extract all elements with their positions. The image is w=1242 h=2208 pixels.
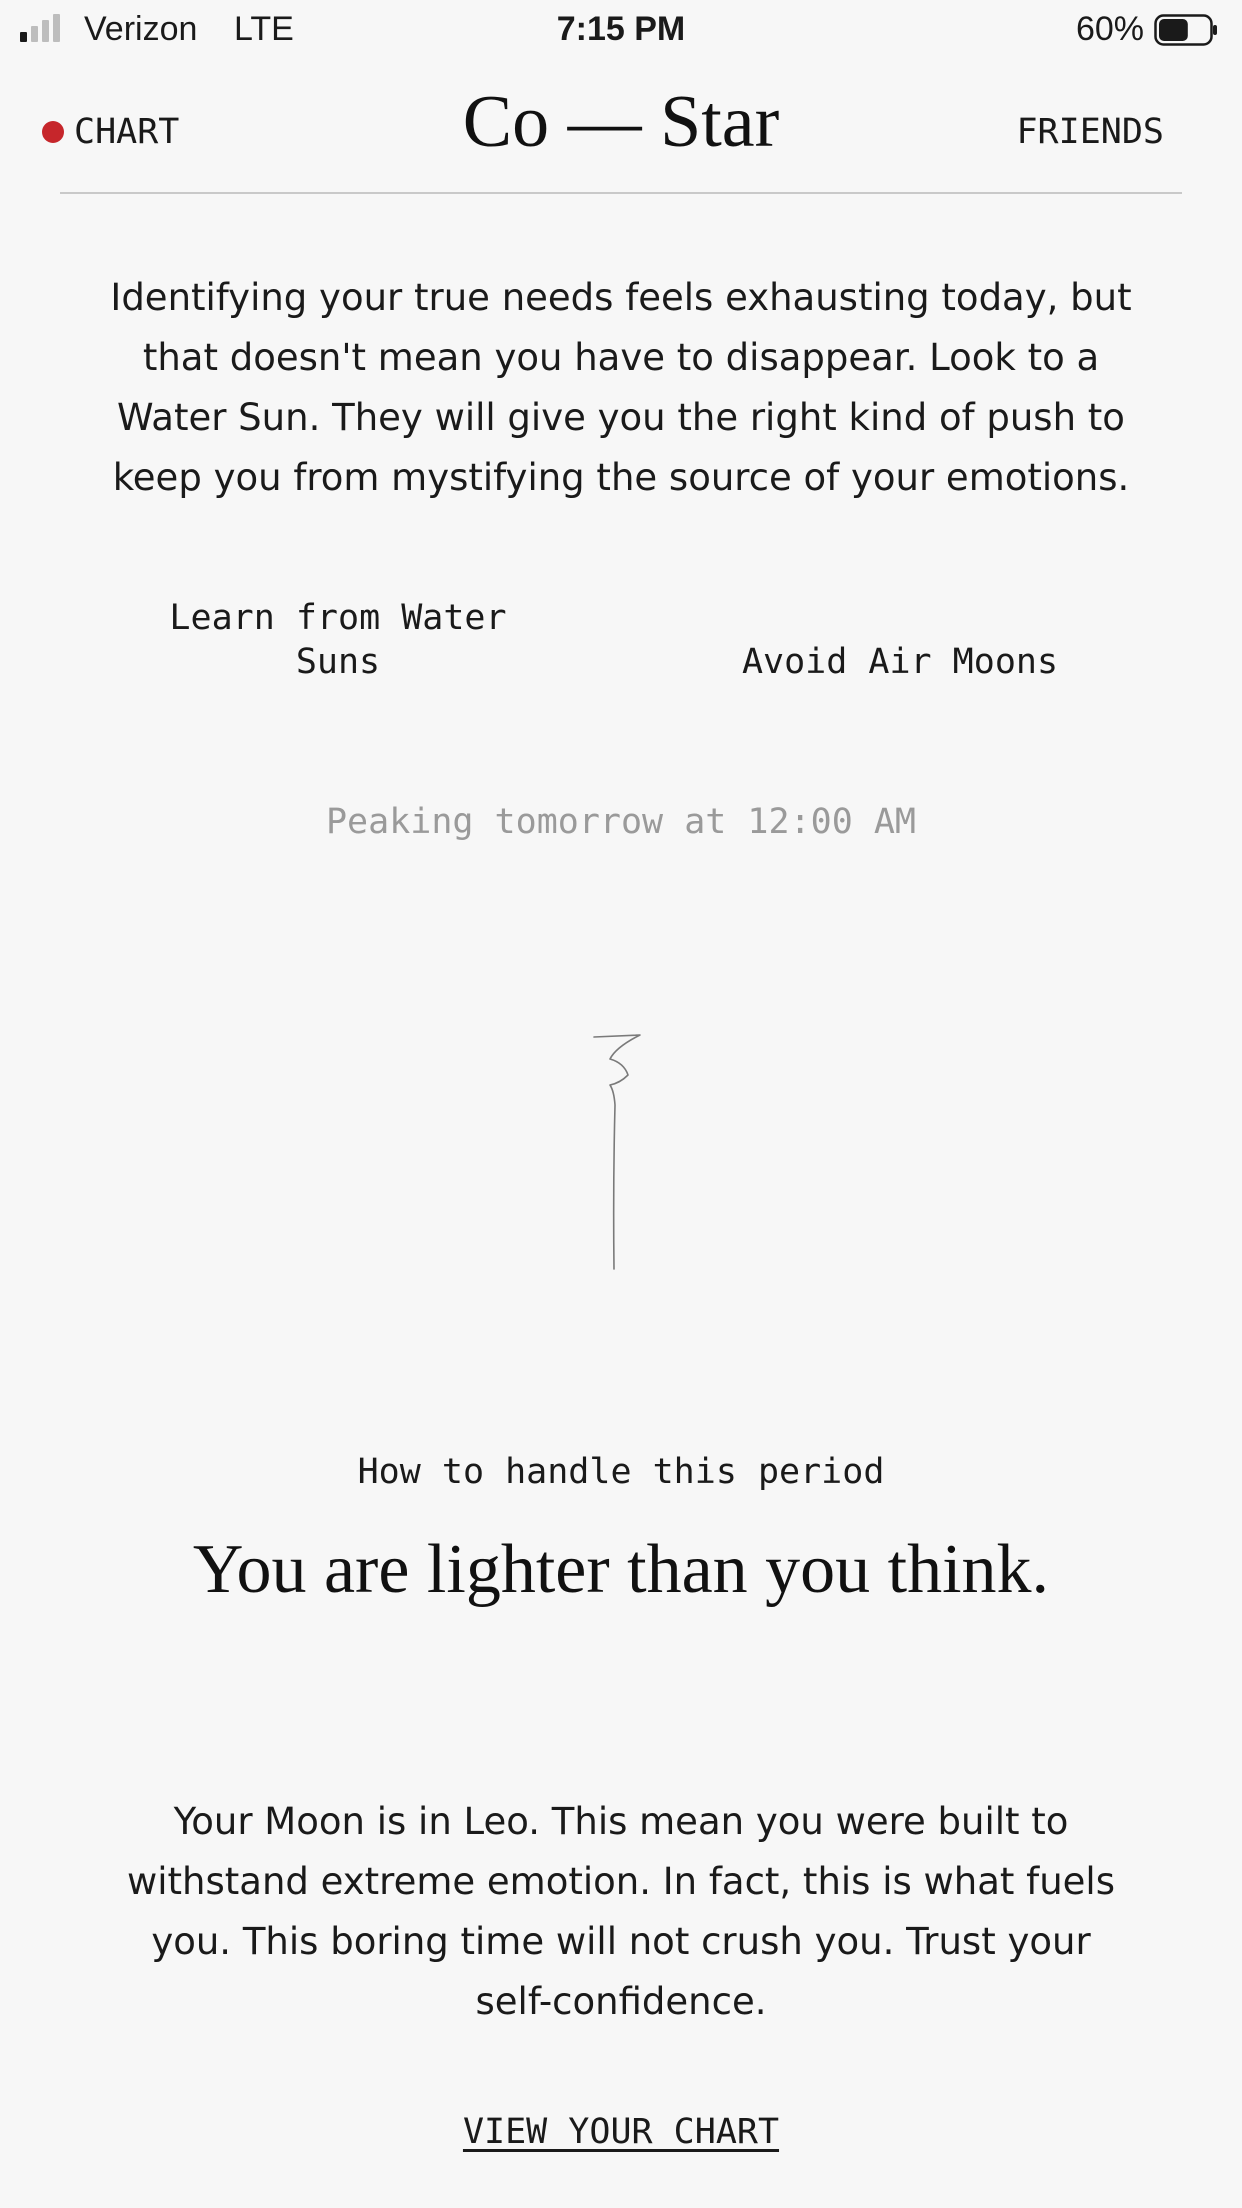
app-header: CHART Co — Star FRIENDS <box>0 62 1242 194</box>
line-drawing-illustration <box>593 1034 641 1270</box>
period-section-label: How to handle this period <box>357 1452 885 1492</box>
friends-nav-button[interactable]: FRIENDS <box>1016 112 1164 152</box>
dont-recommendation: Avoid Air Moons <box>741 642 1059 682</box>
peaking-time: Peaking tomorrow at 12:00 AM <box>325 802 916 842</box>
moon-sign-text: Your Moon is in Leo. This mean you were … <box>127 1800 1115 2023</box>
battery-percent: 60% <box>1075 10 1144 48</box>
daily-horoscope-text: Identifying your true needs feels exhaus… <box>110 276 1132 499</box>
battery-fill <box>1159 19 1188 41</box>
do-recommendation: Learn from Water Suns <box>169 598 507 682</box>
clock: 7:15 PM <box>556 10 686 48</box>
view-chart-link[interactable]: VIEW YOUR CHART <box>0 2112 1242 2152</box>
header-divider <box>60 192 1182 194</box>
battery-icon <box>1154 14 1217 46</box>
status-bar: Verizon LTE 7:15 PM 60% <box>0 0 1242 62</box>
period-headline: You are lighter than you think. <box>192 1531 1050 1608</box>
